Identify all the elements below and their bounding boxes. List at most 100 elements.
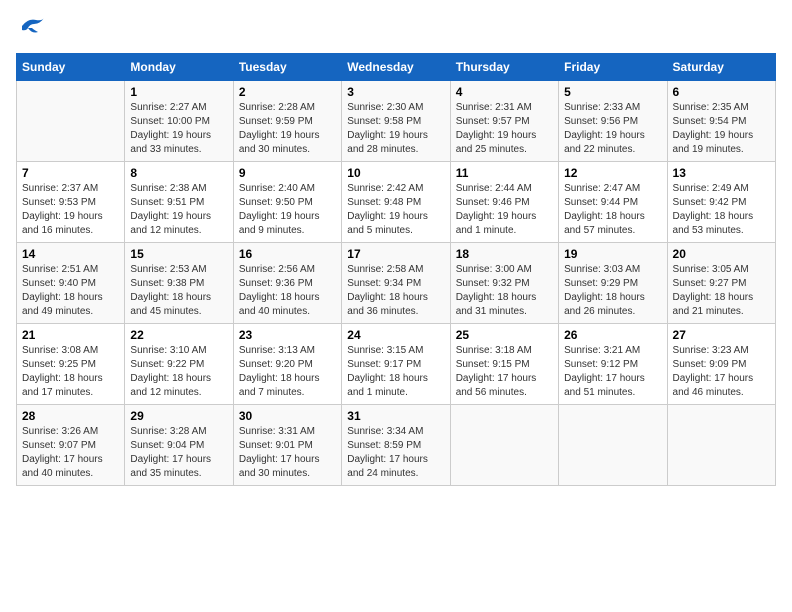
calendar-cell: 31Sunrise: 3:34 AM Sunset: 8:59 PM Dayli…	[342, 405, 450, 486]
day-number: 18	[456, 247, 553, 261]
col-header-thursday: Thursday	[450, 54, 558, 81]
calendar-cell: 27 Sunrise: 3:23 AM Sunset: 9:09 PM Dayli…	[667, 324, 775, 405]
calendar-cell	[450, 405, 558, 486]
calendar-week-2: 7 Sunrise: 2:37 AM Sunset: 9:53 PM Daylig…	[17, 162, 776, 243]
calendar-week-1: 1 Sunrise: 2:27 AM Sunset: 10:00 PM Dayli…	[17, 81, 776, 162]
calendar-cell	[667, 405, 775, 486]
calendar-cell: 12Sunrise: 2:47 AM Sunset: 9:44 PM Dayli…	[559, 162, 667, 243]
day-number: 4	[456, 85, 553, 99]
calendar-week-5: 28 Sunrise: 3:26 AM Sunset: 9:07 PM Dayli…	[17, 405, 776, 486]
col-header-saturday: Saturday	[667, 54, 775, 81]
day-info: Sunrise: 3:31 AM Sunset: 9:01 PM Dayligh…	[239, 425, 336, 481]
calendar-cell: 2 Sunrise: 2:28 AM Sunset: 9:59 PM Daylig…	[233, 81, 341, 162]
day-number: 27	[673, 328, 770, 342]
day-number: 7	[22, 166, 119, 180]
day-info: Sunrise: 2:35 AM Sunset: 9:54 PM Dayligh…	[673, 101, 770, 157]
calendar-cell: 24 Sunrise: 3:15 AM Sunset: 9:17 PM Dayli…	[342, 324, 450, 405]
day-number: 22	[130, 328, 227, 342]
day-number: 2	[239, 85, 336, 99]
day-info: Sunrise: 3:15 AM Sunset: 9:17 PM Dayligh…	[347, 344, 444, 400]
day-info: Sunrise: 3:28 AM Sunset: 9:04 PM Dayligh…	[130, 425, 227, 481]
calendar-cell: 14 Sunrise: 2:51 AM Sunset: 9:40 PM Dayli…	[17, 243, 125, 324]
day-number: 19	[564, 247, 661, 261]
day-number: 5	[564, 85, 661, 99]
calendar-cell: 16 Sunrise: 2:56 AM Sunset: 9:36 PM Dayli…	[233, 243, 341, 324]
day-number: 28	[22, 409, 119, 423]
day-info: Sunrise: 2:49 AM Sunset: 9:42 PM Dayligh…	[673, 182, 770, 238]
day-number: 29	[130, 409, 227, 423]
day-info: Sunrise: 2:27 AM Sunset: 10:00 PM Daylig…	[130, 101, 227, 157]
calendar-cell: 5 Sunrise: 2:33 AM Sunset: 9:56 PM Daylig…	[559, 81, 667, 162]
calendar-cell	[559, 405, 667, 486]
page-header	[16, 16, 776, 41]
day-info: Sunrise: 2:58 AM Sunset: 9:34 PM Dayligh…	[347, 263, 444, 319]
logo	[16, 16, 46, 41]
day-number: 8	[130, 166, 227, 180]
calendar-cell: 20Sunrise: 3:05 AM Sunset: 9:27 PM Dayli…	[667, 243, 775, 324]
calendar-cell: 7 Sunrise: 2:37 AM Sunset: 9:53 PM Daylig…	[17, 162, 125, 243]
calendar-cell: 19 Sunrise: 3:03 AM Sunset: 9:29 PM Dayli…	[559, 243, 667, 324]
calendar-cell: 10 Sunrise: 2:42 AM Sunset: 9:48 PM Dayli…	[342, 162, 450, 243]
day-info: Sunrise: 3:34 AM Sunset: 8:59 PM Dayligh…	[347, 425, 444, 481]
col-header-friday: Friday	[559, 54, 667, 81]
calendar-cell: 23 Sunrise: 3:13 AM Sunset: 9:20 PM Dayli…	[233, 324, 341, 405]
day-info: Sunrise: 2:31 AM Sunset: 9:57 PM Dayligh…	[456, 101, 553, 157]
day-info: Sunrise: 3:13 AM Sunset: 9:20 PM Dayligh…	[239, 344, 336, 400]
col-header-wednesday: Wednesday	[342, 54, 450, 81]
calendar-cell: 28 Sunrise: 3:26 AM Sunset: 9:07 PM Dayli…	[17, 405, 125, 486]
day-info: Sunrise: 3:00 AM Sunset: 9:32 PM Dayligh…	[456, 263, 553, 319]
day-number: 24	[347, 328, 444, 342]
calendar-cell: 18 Sunrise: 3:00 AM Sunset: 9:32 PM Dayli…	[450, 243, 558, 324]
calendar-cell: 25Sunrise: 3:18 AM Sunset: 9:15 PM Dayli…	[450, 324, 558, 405]
day-info: Sunrise: 2:30 AM Sunset: 9:58 PM Dayligh…	[347, 101, 444, 157]
calendar-cell: 30 Sunrise: 3:31 AM Sunset: 9:01 PM Dayli…	[233, 405, 341, 486]
day-info: Sunrise: 2:37 AM Sunset: 9:53 PM Dayligh…	[22, 182, 119, 238]
logo-bird-icon	[18, 16, 46, 36]
calendar-cell: 8Sunrise: 2:38 AM Sunset: 9:51 PM Daylig…	[125, 162, 233, 243]
col-header-tuesday: Tuesday	[233, 54, 341, 81]
day-number: 13	[673, 166, 770, 180]
day-number: 15	[130, 247, 227, 261]
day-info: Sunrise: 2:51 AM Sunset: 9:40 PM Dayligh…	[22, 263, 119, 319]
day-info: Sunrise: 2:53 AM Sunset: 9:38 PM Dayligh…	[130, 263, 227, 319]
col-header-sunday: Sunday	[17, 54, 125, 81]
day-info: Sunrise: 3:03 AM Sunset: 9:29 PM Dayligh…	[564, 263, 661, 319]
calendar-cell: 6 Sunrise: 2:35 AM Sunset: 9:54 PM Daylig…	[667, 81, 775, 162]
calendar-cell: 3Sunrise: 2:30 AM Sunset: 9:58 PM Daylig…	[342, 81, 450, 162]
day-number: 25	[456, 328, 553, 342]
calendar-week-3: 14 Sunrise: 2:51 AM Sunset: 9:40 PM Dayli…	[17, 243, 776, 324]
calendar-cell: 4 Sunrise: 2:31 AM Sunset: 9:57 PM Daylig…	[450, 81, 558, 162]
day-info: Sunrise: 2:44 AM Sunset: 9:46 PM Dayligh…	[456, 182, 553, 238]
day-info: Sunrise: 2:40 AM Sunset: 9:50 PM Dayligh…	[239, 182, 336, 238]
day-info: Sunrise: 2:56 AM Sunset: 9:36 PM Dayligh…	[239, 263, 336, 319]
day-info: Sunrise: 2:33 AM Sunset: 9:56 PM Dayligh…	[564, 101, 661, 157]
calendar-table: SundayMondayTuesdayWednesdayThursdayFrid…	[16, 53, 776, 486]
calendar-cell: 9Sunrise: 2:40 AM Sunset: 9:50 PM Daylig…	[233, 162, 341, 243]
day-number: 6	[673, 85, 770, 99]
calendar-cell: 1 Sunrise: 2:27 AM Sunset: 10:00 PM Dayli…	[125, 81, 233, 162]
day-info: Sunrise: 2:42 AM Sunset: 9:48 PM Dayligh…	[347, 182, 444, 238]
day-info: Sunrise: 3:08 AM Sunset: 9:25 PM Dayligh…	[22, 344, 119, 400]
day-number: 14	[22, 247, 119, 261]
day-number: 26	[564, 328, 661, 342]
day-info: Sunrise: 3:21 AM Sunset: 9:12 PM Dayligh…	[564, 344, 661, 400]
day-info: Sunrise: 2:28 AM Sunset: 9:59 PM Dayligh…	[239, 101, 336, 157]
calendar-cell: 11Sunrise: 2:44 AM Sunset: 9:46 PM Dayli…	[450, 162, 558, 243]
calendar-cell: 15 Sunrise: 2:53 AM Sunset: 9:38 PM Dayli…	[125, 243, 233, 324]
day-info: Sunrise: 3:05 AM Sunset: 9:27 PM Dayligh…	[673, 263, 770, 319]
day-number: 10	[347, 166, 444, 180]
day-number: 21	[22, 328, 119, 342]
calendar-cell: 21 Sunrise: 3:08 AM Sunset: 9:25 PM Dayli…	[17, 324, 125, 405]
day-number: 23	[239, 328, 336, 342]
day-info: Sunrise: 2:47 AM Sunset: 9:44 PM Dayligh…	[564, 182, 661, 238]
col-header-monday: Monday	[125, 54, 233, 81]
calendar-cell: 26 Sunrise: 3:21 AM Sunset: 9:12 PM Dayli…	[559, 324, 667, 405]
day-number: 1	[130, 85, 227, 99]
day-number: 16	[239, 247, 336, 261]
day-info: Sunrise: 3:23 AM Sunset: 9:09 PM Dayligh…	[673, 344, 770, 400]
day-info: Sunrise: 3:26 AM Sunset: 9:07 PM Dayligh…	[22, 425, 119, 481]
calendar-cell	[17, 81, 125, 162]
calendar-cell: 13 Sunrise: 2:49 AM Sunset: 9:42 PM Dayli…	[667, 162, 775, 243]
day-number: 30	[239, 409, 336, 423]
day-number: 17	[347, 247, 444, 261]
